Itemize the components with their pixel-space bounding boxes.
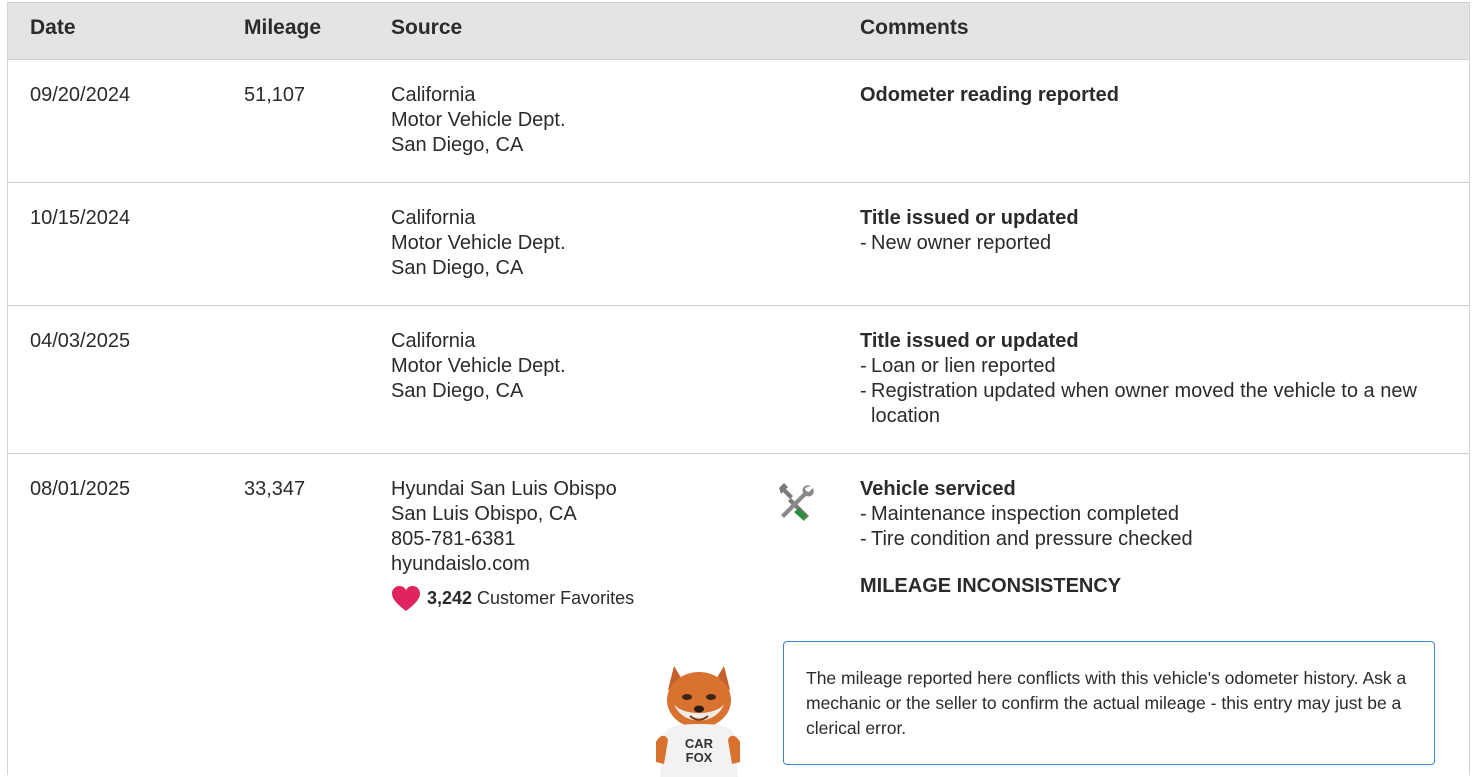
table-header: Date Mileage Source Comments xyxy=(8,2,1469,60)
dealer-name: Hyundai San Luis Obispo xyxy=(391,478,617,500)
vehicle-history-table: Date Mileage Source Comments 09/20/2024 … xyxy=(7,2,1470,777)
comment-title: Vehicle serviced xyxy=(860,478,1016,500)
column-header-mileage: Mileage xyxy=(244,16,322,39)
row-date: 09/20/2024 xyxy=(30,84,131,106)
dealer-location: San Luis Obispo, CA xyxy=(391,503,577,525)
row-source: California Motor Vehicle Dept. San Diego… xyxy=(391,83,566,158)
row-source: California Motor Vehicle Dept. San Diego… xyxy=(391,329,566,404)
source-line: Motor Vehicle Dept. xyxy=(391,232,566,254)
source-line: San Diego, CA xyxy=(391,380,524,402)
row-comments: Title issued or updated - New owner repor… xyxy=(860,206,1460,256)
row-mileage: 51,107 xyxy=(244,84,306,106)
carfox-mascot-icon: CAR FOX xyxy=(656,666,740,777)
table-row: 04/03/2025 California Motor Vehicle Dept… xyxy=(8,306,1469,454)
comment-bullet: - Tire condition and pressure checked xyxy=(860,528,1193,550)
source-line: San Diego, CA xyxy=(391,134,524,156)
source-line: San Diego, CA xyxy=(391,257,524,279)
source-line: Motor Vehicle Dept. xyxy=(391,355,566,377)
mascot-shirt-line2: FOX xyxy=(686,750,713,765)
comment-bullet: - Loan or lien reported xyxy=(860,355,1056,377)
favorites-count: 3,242 xyxy=(427,588,473,608)
customer-favorites: 3,242 Customer Favorites xyxy=(391,585,634,612)
column-header-date: Date xyxy=(30,16,76,39)
favorites-label: Customer Favorites xyxy=(477,588,635,608)
source-line: California xyxy=(391,84,476,106)
row-comments: Vehicle serviced - Maintenance inspection… xyxy=(860,477,1460,599)
row-comments: Title issued or updated - Loan or lien re… xyxy=(860,329,1460,429)
comment-bullet: - Maintenance inspection completed xyxy=(860,503,1179,525)
comment-bullet: - New owner reported xyxy=(860,232,1052,254)
comment-title: Title issued or updated xyxy=(860,330,1079,352)
table-row: 09/20/2024 51,107 California Motor Vehic… xyxy=(8,60,1469,183)
source-line: California xyxy=(391,207,476,229)
dealer-phone[interactable]: 805-781-6381 xyxy=(391,527,634,552)
row-date: 04/03/2025 xyxy=(30,330,131,352)
source-line: California xyxy=(391,330,476,352)
mascot-shirt-line1: CAR xyxy=(685,736,714,751)
row-date: 10/15/2024 xyxy=(30,207,131,229)
row-mileage: 33,347 xyxy=(244,478,306,500)
mileage-note-box: The mileage reported here conflicts with… xyxy=(783,641,1435,765)
mileage-note-text: The mileage reported here conflicts with… xyxy=(806,668,1407,738)
comment-title: Title issued or updated xyxy=(860,207,1079,229)
row-comments: Odometer reading reported xyxy=(860,83,1460,108)
comment-title: Odometer reading reported xyxy=(860,84,1119,106)
row-source: Hyundai San Luis Obispo San Luis Obispo,… xyxy=(391,477,634,612)
table-row: 10/15/2024 California Motor Vehicle Dept… xyxy=(8,183,1469,306)
heart-icon xyxy=(392,586,420,611)
source-line: Motor Vehicle Dept. xyxy=(391,109,566,131)
dealer-website-link[interactable]: hyundaislo.com xyxy=(391,552,634,577)
comment-bullet: - Registration updated when owner moved t… xyxy=(860,380,1417,427)
wrench-screwdriver-icon xyxy=(779,483,814,521)
column-header-source: Source xyxy=(391,16,463,39)
column-header-comments: Comments xyxy=(860,16,969,39)
mileage-inconsistency-title: MILEAGE INCONSISTENCY xyxy=(860,575,1122,597)
row-source: California Motor Vehicle Dept. San Diego… xyxy=(391,206,566,281)
row-date: 08/01/2025 xyxy=(30,478,131,500)
